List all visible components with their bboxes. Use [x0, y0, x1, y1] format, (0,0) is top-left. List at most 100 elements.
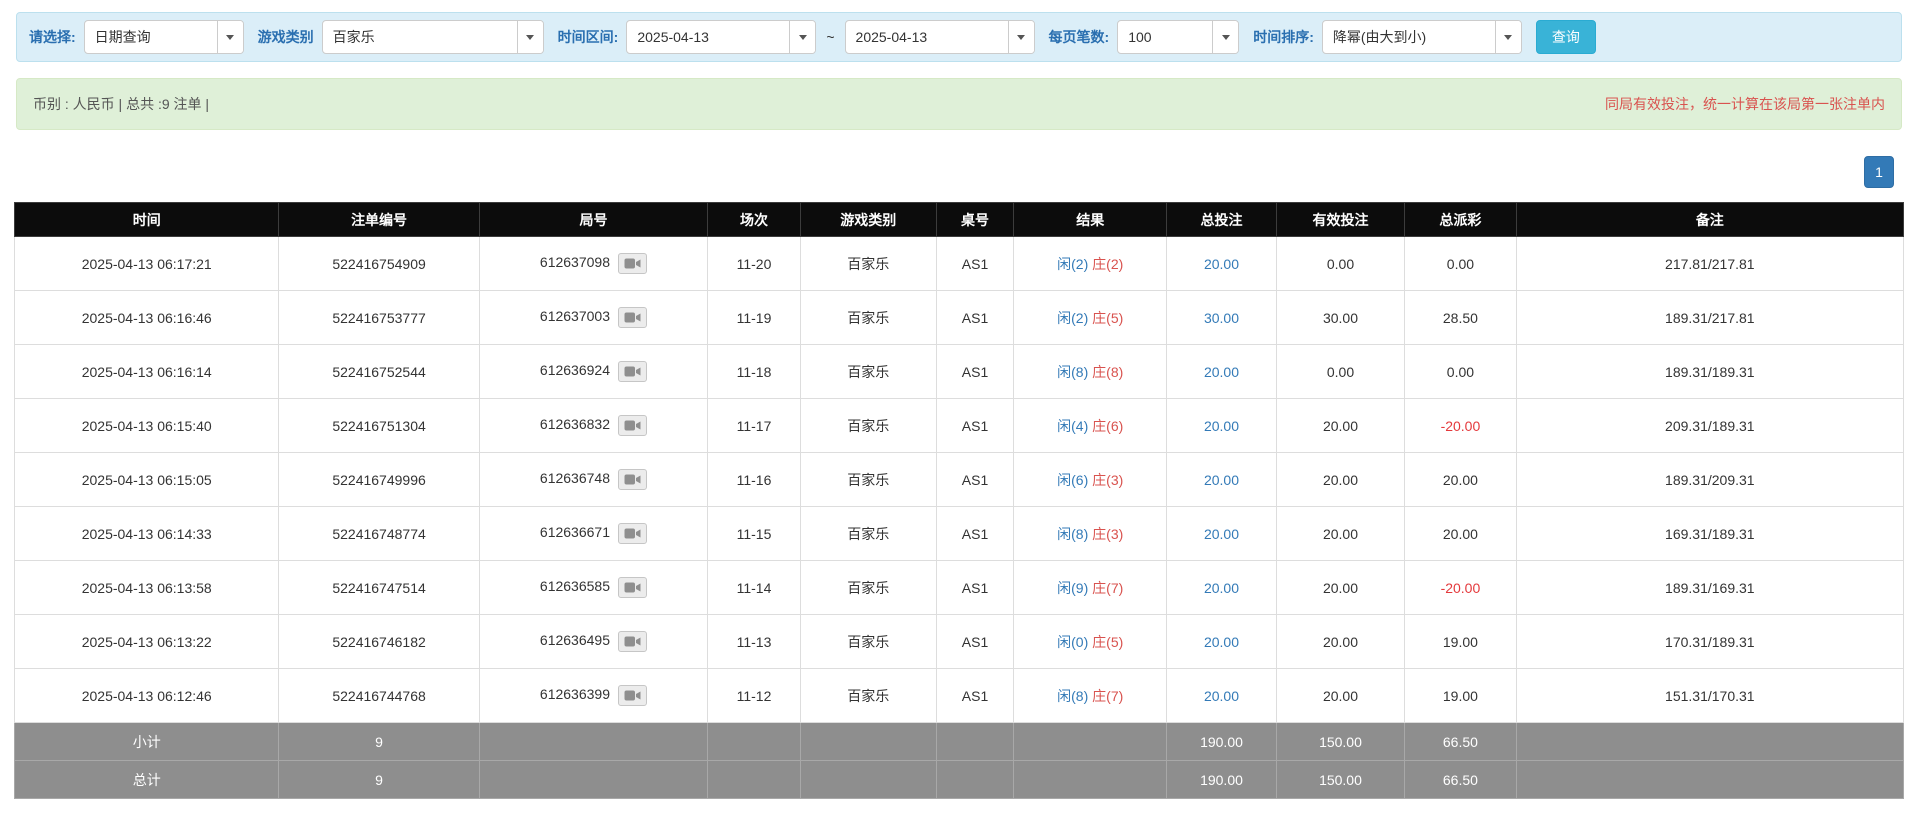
chevron-down-icon[interactable]: [217, 21, 243, 53]
banker-result: 庄(2): [1092, 256, 1123, 272]
replay-icon[interactable]: [618, 523, 647, 544]
date-to-select[interactable]: 2025-04-13: [845, 20, 1035, 54]
valid-bet-cell: 0.00: [1276, 345, 1404, 399]
table-head: 时间注单编号局号场次游戏类别桌号结果总投注有效投注总派彩备注: [15, 203, 1904, 237]
sort-value: 降幂(由大到小): [1323, 21, 1495, 53]
table-no-cell: AS1: [936, 237, 1013, 291]
search-button[interactable]: 查询: [1536, 20, 1596, 54]
column-header: 桌号: [936, 203, 1013, 237]
summary-label: 小计: [15, 723, 279, 761]
valid-bet-cell: 20.00: [1276, 453, 1404, 507]
summary-bar: 币别 : 人民币 | 总共 :9 注单 | 同局有效投注，统一计算在该局第一张注…: [16, 78, 1902, 130]
date-to-value: 2025-04-13: [846, 21, 1008, 53]
summary-payout: 66.50: [1405, 761, 1516, 799]
chevron-down-icon[interactable]: [1212, 21, 1238, 53]
bet-id-cell: 522416752544: [279, 345, 479, 399]
time-cell: 2025-04-13 06:16:46: [15, 291, 279, 345]
summary-valid-bet: 150.00: [1276, 723, 1404, 761]
chevron-down-icon[interactable]: [789, 21, 815, 53]
notice-text: 同局有效投注，统一计算在该局第一张注单内: [1605, 94, 1885, 114]
replay-icon[interactable]: [618, 631, 647, 652]
chevron-down-icon[interactable]: [1008, 21, 1034, 53]
total-bet-cell[interactable]: 30.00: [1167, 291, 1277, 345]
round-id-cell: 612636832: [479, 399, 708, 453]
time-cell: 2025-04-13 06:15:40: [15, 399, 279, 453]
payout-cell: 20.00: [1405, 507, 1516, 561]
per-page-select[interactable]: 100: [1117, 20, 1239, 54]
table-body: 2025-04-13 06:17:21522416754909612637098…: [15, 237, 1904, 799]
game-type-label: 游戏类别: [258, 27, 314, 47]
game-type-cell: 百家乐: [800, 399, 936, 453]
total-bet-cell[interactable]: 20.00: [1167, 345, 1277, 399]
round-id-cell: 612636924: [479, 345, 708, 399]
player-result: 闲(8): [1057, 688, 1088, 704]
summary-empty-cell: [800, 761, 936, 799]
table-no-cell: AS1: [936, 507, 1013, 561]
session-cell: 11-15: [708, 507, 801, 561]
replay-icon[interactable]: [618, 307, 647, 328]
remark-cell: 189.31/189.31: [1516, 345, 1903, 399]
round-id-cell: 612637003: [479, 291, 708, 345]
time-cell: 2025-04-13 06:13:22: [15, 615, 279, 669]
time-range-label: 时间区间:: [558, 27, 619, 47]
payout-cell: 0.00: [1405, 345, 1516, 399]
remark-cell: 169.31/189.31: [1516, 507, 1903, 561]
query-type-select[interactable]: 日期查询: [84, 20, 244, 54]
game-type-value: 百家乐: [323, 21, 517, 53]
game-type-select[interactable]: 百家乐: [322, 20, 544, 54]
query-type-value: 日期查询: [85, 21, 217, 53]
total-row: 总计9190.00150.0066.50: [15, 761, 1904, 799]
banker-result: 庄(8): [1092, 364, 1123, 380]
summary-empty-cell: [479, 723, 708, 761]
total-bet-cell[interactable]: 20.00: [1167, 507, 1277, 561]
per-page-label: 每页笔数:: [1049, 27, 1110, 47]
game-type-cell: 百家乐: [800, 615, 936, 669]
payout-cell: 19.00: [1405, 615, 1516, 669]
player-result: 闲(0): [1057, 634, 1088, 650]
total-bet-cell[interactable]: 20.00: [1167, 237, 1277, 291]
total-bet-cell[interactable]: 20.00: [1167, 615, 1277, 669]
time-cell: 2025-04-13 06:15:05: [15, 453, 279, 507]
table-row: 2025-04-13 06:16:46522416753777612637003…: [15, 291, 1904, 345]
round-id-cell: 612636671: [479, 507, 708, 561]
total-bet-cell[interactable]: 20.00: [1167, 669, 1277, 723]
total-bet-cell[interactable]: 20.00: [1167, 453, 1277, 507]
round-id: 612636585: [540, 578, 610, 594]
chevron-down-icon[interactable]: [517, 21, 543, 53]
table-row: 2025-04-13 06:13:58522416747514612636585…: [15, 561, 1904, 615]
round-id: 612636399: [540, 686, 610, 702]
remark-cell: 209.31/189.31: [1516, 399, 1903, 453]
chevron-down-icon[interactable]: [1495, 21, 1521, 53]
round-id: 612636671: [540, 524, 610, 540]
remark-cell: 189.31/217.81: [1516, 291, 1903, 345]
player-result: 闲(2): [1057, 310, 1088, 326]
valid-bet-cell: 30.00: [1276, 291, 1404, 345]
replay-icon[interactable]: [618, 469, 647, 490]
bet-id-cell: 522416751304: [279, 399, 479, 453]
result-cell: 闲(4) 庄(6): [1014, 399, 1167, 453]
summary-empty-cell: [1014, 723, 1167, 761]
replay-icon[interactable]: [618, 577, 647, 598]
column-header: 游戏类别: [800, 203, 936, 237]
remark-cell: 189.31/209.31: [1516, 453, 1903, 507]
total-bet-cell[interactable]: 20.00: [1167, 399, 1277, 453]
session-cell: 11-16: [708, 453, 801, 507]
round-id-cell: 612636399: [479, 669, 708, 723]
bet-id-cell: 522416749996: [279, 453, 479, 507]
summary-empty-cell: [800, 723, 936, 761]
replay-icon[interactable]: [618, 253, 647, 274]
summary-empty-cell: [1014, 761, 1167, 799]
replay-icon[interactable]: [618, 415, 647, 436]
remark-cell: 189.31/169.31: [1516, 561, 1903, 615]
valid-bet-cell: 20.00: [1276, 669, 1404, 723]
page-button[interactable]: 1: [1864, 156, 1894, 188]
replay-icon[interactable]: [618, 361, 647, 382]
player-result: 闲(2): [1057, 256, 1088, 272]
summary-valid-bet: 150.00: [1276, 761, 1404, 799]
round-id-cell: 612636748: [479, 453, 708, 507]
date-from-select[interactable]: 2025-04-13: [626, 20, 816, 54]
total-bet-cell[interactable]: 20.00: [1167, 561, 1277, 615]
sort-select[interactable]: 降幂(由大到小): [1322, 20, 1522, 54]
replay-icon[interactable]: [618, 685, 647, 706]
banker-result: 庄(3): [1092, 526, 1123, 542]
